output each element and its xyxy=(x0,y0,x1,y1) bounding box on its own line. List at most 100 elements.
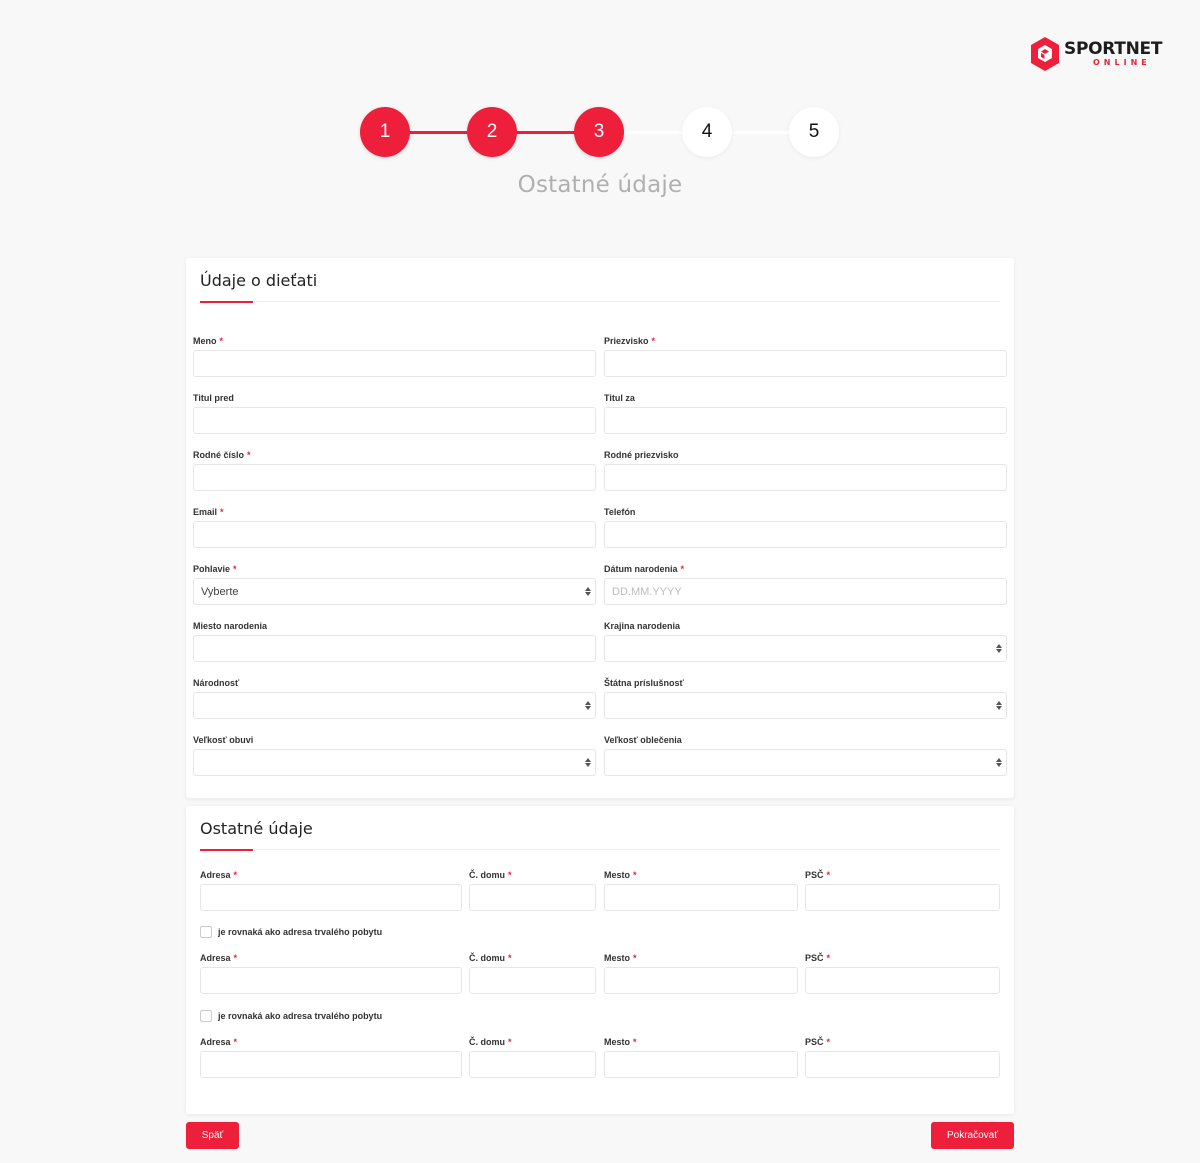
last-name-label: Priezvisko * xyxy=(604,336,656,346)
maiden-name-input[interactable] xyxy=(604,464,1007,491)
citizenship-label: Štátna príslušnosť xyxy=(604,678,684,688)
phone-label: Telefón xyxy=(604,507,636,517)
birth-country-label: Krajina narodenia xyxy=(604,621,681,631)
select-arrows-icon xyxy=(585,758,591,767)
house-number-3-input[interactable] xyxy=(469,1051,596,1078)
email-input[interactable] xyxy=(193,521,596,548)
city-3-label: Mesto * xyxy=(604,1037,637,1047)
brand-sub: ONLINE xyxy=(1093,58,1151,67)
gender-select-value: Vyberte xyxy=(201,585,239,598)
birth-country-select[interactable] xyxy=(604,635,1007,662)
title-before-input[interactable] xyxy=(193,407,596,434)
house-number-1-input[interactable] xyxy=(469,884,596,911)
nationality-select[interactable] xyxy=(193,692,596,719)
child-details-card: Údaje o dieťati Meno * Priezvisko * Titul … xyxy=(186,258,1014,798)
other-details-card: Ostatné údaje Adresa * Č. domu * Mesto * PS… xyxy=(186,806,1014,1114)
select-arrows-icon xyxy=(585,587,591,596)
title-before-label: Titul pred xyxy=(193,393,234,403)
address-1-input[interactable] xyxy=(200,884,462,911)
zip-2-input[interactable] xyxy=(805,967,1000,994)
title-after-label: Titul za xyxy=(604,393,635,403)
address-3-label: Adresa * xyxy=(200,1037,238,1047)
address-2-label: Adresa * xyxy=(200,953,238,963)
zip-3-label: PSČ * xyxy=(805,1037,831,1047)
birth-place-label: Miesto narodenia xyxy=(193,621,268,631)
sportnet-logo: SPORTNET ONLINE xyxy=(1030,36,1162,72)
phone-input[interactable] xyxy=(604,521,1007,548)
house-number-1-label: Č. domu * xyxy=(469,870,512,880)
divider-accent xyxy=(200,849,253,851)
divider xyxy=(200,301,1000,302)
select-arrows-icon xyxy=(996,701,1002,710)
nationality-label: Národnosť xyxy=(193,678,240,688)
same-address-2-checkbox-row[interactable]: je rovnaká ako adresa trvalého pobytu xyxy=(200,1010,382,1022)
birth-place-input[interactable] xyxy=(193,635,596,662)
city-2-input[interactable] xyxy=(604,967,798,994)
citizenship-select[interactable] xyxy=(604,692,1007,719)
brand-name: SPORTNET xyxy=(1064,39,1163,59)
child-details-title: Údaje o dieťati xyxy=(200,271,318,290)
back-button[interactable]: Späť xyxy=(186,1122,239,1149)
gender-label: Pohlavie * xyxy=(193,564,237,574)
address-2-input[interactable] xyxy=(200,967,462,994)
divider xyxy=(200,849,1000,850)
zip-2-label: PSČ * xyxy=(805,953,831,963)
clothing-size-select[interactable] xyxy=(604,749,1007,776)
city-1-label: Mesto * xyxy=(604,870,637,880)
step-connector-2-3 xyxy=(513,131,575,134)
other-details-title: Ostatné údaje xyxy=(200,819,313,838)
same-address-1-checkbox[interactable] xyxy=(200,926,212,938)
city-1-input[interactable] xyxy=(604,884,798,911)
divider-accent xyxy=(200,301,253,303)
select-arrows-icon xyxy=(996,644,1002,653)
city-2-label: Mesto * xyxy=(604,953,637,963)
same-address-1-label: je rovnaká ako adresa trvalého pobytu xyxy=(218,927,383,937)
first-name-input[interactable] xyxy=(193,350,596,377)
clothing-size-label: Veľkosť oblečenia xyxy=(604,735,682,745)
birth-number-input[interactable] xyxy=(193,464,596,491)
title-after-input[interactable] xyxy=(604,407,1007,434)
house-number-3-label: Č. domu * xyxy=(469,1037,512,1047)
shoe-size-select[interactable] xyxy=(193,749,596,776)
step-4[interactable]: 4 xyxy=(682,107,732,157)
shoe-size-label: Veľkosť obuvi xyxy=(193,735,254,745)
step-1[interactable]: 1 xyxy=(360,107,410,157)
birth-number-label: Rodné číslo * xyxy=(193,450,251,460)
step-5[interactable]: 5 xyxy=(789,107,839,157)
same-address-1-checkbox-row[interactable]: je rovnaká ako adresa trvalého pobytu xyxy=(200,926,382,938)
step-3[interactable]: 3 xyxy=(574,107,624,157)
progress-stepper: 1 2 3 4 5 xyxy=(360,107,840,159)
zip-1-input[interactable] xyxy=(805,884,1000,911)
birth-date-label: Dátum narodenia * xyxy=(604,564,685,574)
birth-date-input[interactable]: DD.MM.YYYY xyxy=(604,578,1007,605)
gender-select[interactable]: Vyberte xyxy=(193,578,596,605)
continue-button[interactable]: Pokračovať xyxy=(931,1122,1014,1149)
select-arrows-icon xyxy=(585,701,591,710)
step-connector-4-5 xyxy=(729,131,791,134)
zip-3-input[interactable] xyxy=(805,1051,1000,1078)
step-connector-3-4 xyxy=(621,131,683,134)
first-name-label: Meno * xyxy=(193,336,224,346)
email-label: Email * xyxy=(193,507,224,517)
zip-1-label: PSČ * xyxy=(805,870,831,880)
same-address-2-checkbox[interactable] xyxy=(200,1010,212,1022)
same-address-2-label: je rovnaká ako adresa trvalého pobytu xyxy=(218,1011,383,1021)
step-2-label: 2 xyxy=(486,121,498,142)
select-arrows-icon xyxy=(996,758,1002,767)
birth-date-placeholder: DD.MM.YYYY xyxy=(612,585,682,598)
house-number-2-input[interactable] xyxy=(469,967,596,994)
sportnet-hexagon-icon xyxy=(1031,37,1059,71)
address-3-input[interactable] xyxy=(200,1051,462,1078)
address-1-label: Adresa * xyxy=(200,870,238,880)
step-1-label: 1 xyxy=(379,121,391,142)
step-4-label: 4 xyxy=(701,121,713,142)
step-title: Ostatné údaje xyxy=(517,172,683,198)
maiden-name-label: Rodné priezvisko xyxy=(604,450,679,460)
step-5-label: 5 xyxy=(808,121,820,142)
step-2[interactable]: 2 xyxy=(467,107,517,157)
step-3-label: 3 xyxy=(593,121,605,142)
house-number-2-label: Č. domu * xyxy=(469,953,512,963)
city-3-input[interactable] xyxy=(604,1051,798,1078)
last-name-input[interactable] xyxy=(604,350,1007,377)
step-connector-1-2 xyxy=(405,131,467,134)
